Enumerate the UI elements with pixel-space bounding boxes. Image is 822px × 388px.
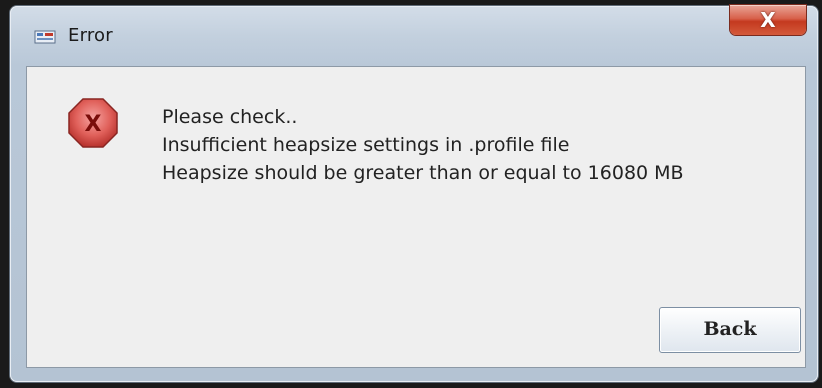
error-message: Please check.. Insufficient heapsize set…: [162, 103, 684, 187]
close-button[interactable]: X: [730, 5, 806, 35]
back-button-label: Back: [703, 318, 757, 340]
error-dialog-window: Error X X Please check.. Insufficient he…: [10, 5, 818, 382]
window-title: Error: [68, 25, 113, 46]
message-line: Insufficient heapsize settings in .profi…: [162, 134, 570, 156]
java-app-icon: [34, 28, 56, 46]
message-line: Please check..: [162, 106, 298, 128]
error-icon-glyph: X: [85, 112, 102, 137]
message-line: Heapsize should be greater than or equal…: [162, 162, 684, 184]
title-bar[interactable]: Error X: [10, 5, 818, 66]
dialog-content: X Please check.. Insufficient heapsize s…: [26, 66, 806, 368]
error-icon: X: [67, 97, 119, 149]
close-icon: X: [760, 8, 776, 32]
back-button[interactable]: Back: [659, 307, 801, 353]
